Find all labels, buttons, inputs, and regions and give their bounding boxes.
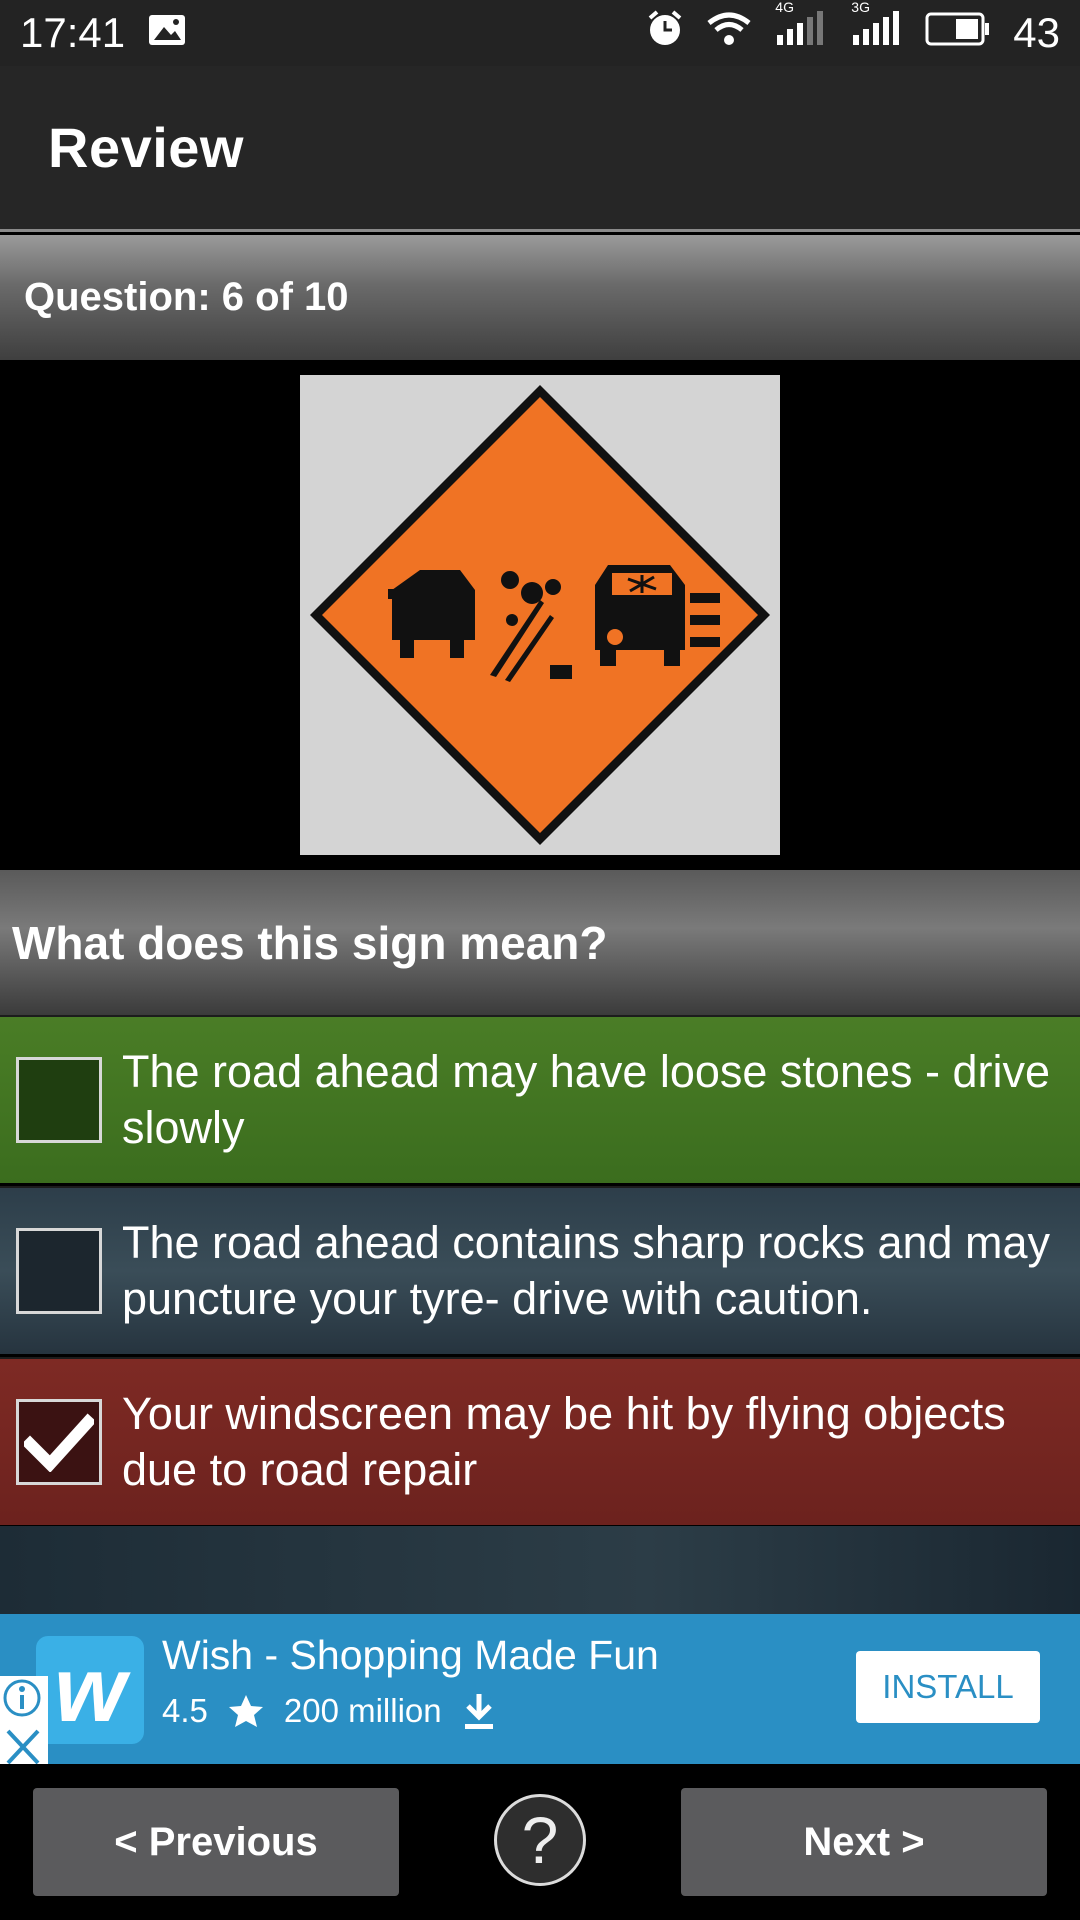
answer-text: The road ahead contains sharp rocks and … bbox=[122, 1217, 1051, 1324]
battery-level: 43 bbox=[1013, 9, 1060, 56]
download-icon bbox=[464, 1694, 493, 1729]
ad-banner[interactable]: w Wish - Shopping Made Fun 4.5 200 milli… bbox=[0, 1614, 1080, 1765]
sign-image-area bbox=[0, 360, 1080, 870]
question-counter-bar: Question: 6 of 10 bbox=[0, 235, 1080, 360]
question-prompt-bar: What does this sign mean? bbox=[0, 870, 1080, 1015]
app-bar: Review bbox=[0, 66, 1080, 232]
ad-title[interactable]: Wish - Shopping Made Fun bbox=[162, 1632, 659, 1679]
answer-checkbox[interactable] bbox=[16, 1399, 102, 1485]
install-button[interactable]: INSTALL bbox=[856, 1651, 1040, 1723]
previous-button[interactable]: < Previous bbox=[33, 1788, 399, 1896]
answer-text: The road ahead may have loose stones - d… bbox=[122, 1046, 1051, 1153]
answer-text: Your windscreen may be hit by flying obj… bbox=[122, 1388, 1006, 1495]
signal-3g-icon: 3G bbox=[849, 0, 903, 57]
info-icon[interactable] bbox=[0, 1676, 48, 1720]
status-time: 17:41 bbox=[20, 9, 126, 56]
wish-logo-letter: w bbox=[54, 1638, 126, 1741]
road-sign-image bbox=[300, 375, 780, 855]
alarm-icon bbox=[645, 8, 685, 58]
question-counter: Question: 6 of 10 bbox=[24, 275, 349, 319]
status-bar: 17:41 4G 3G 43 bbox=[0, 0, 1080, 66]
question-prompt: What does this sign mean? bbox=[12, 916, 608, 969]
ad-choices[interactable] bbox=[0, 1676, 48, 1765]
next-button[interactable]: Next > bbox=[681, 1788, 1047, 1896]
answer-option-3[interactable]: Your windscreen may be hit by flying obj… bbox=[0, 1357, 1080, 1525]
help-icon: ? bbox=[521, 1803, 559, 1877]
checkmark-icon bbox=[24, 1413, 94, 1472]
network-3g-label: 3G bbox=[851, 0, 870, 15]
ad-downloads: 200 million bbox=[283, 1692, 442, 1729]
close-icon[interactable] bbox=[0, 1725, 48, 1769]
ad-meta: 4.5 200 million bbox=[162, 1692, 496, 1730]
ad-rating: 4.5 bbox=[162, 1692, 208, 1729]
page-title: Review bbox=[48, 116, 244, 179]
wish-logo[interactable]: w bbox=[36, 1636, 144, 1744]
signal-4g-icon: 4G bbox=[773, 0, 827, 57]
answer-checkbox[interactable] bbox=[16, 1057, 102, 1143]
battery-icon bbox=[925, 9, 991, 57]
help-button[interactable]: ? bbox=[494, 1794, 586, 1886]
answer-option-1[interactable]: The road ahead may have loose stones - d… bbox=[0, 1015, 1080, 1183]
wifi-icon bbox=[707, 9, 751, 57]
star-icon bbox=[228, 1695, 263, 1727]
answer-option-2[interactable]: The road ahead contains sharp rocks and … bbox=[0, 1186, 1080, 1354]
gallery-icon bbox=[147, 9, 187, 57]
bottom-navigation: < Previous ? Next > bbox=[0, 1764, 1080, 1920]
answer-checkbox[interactable] bbox=[16, 1228, 102, 1314]
content-background bbox=[0, 1526, 1080, 1614]
network-4g-label: 4G bbox=[775, 0, 794, 15]
